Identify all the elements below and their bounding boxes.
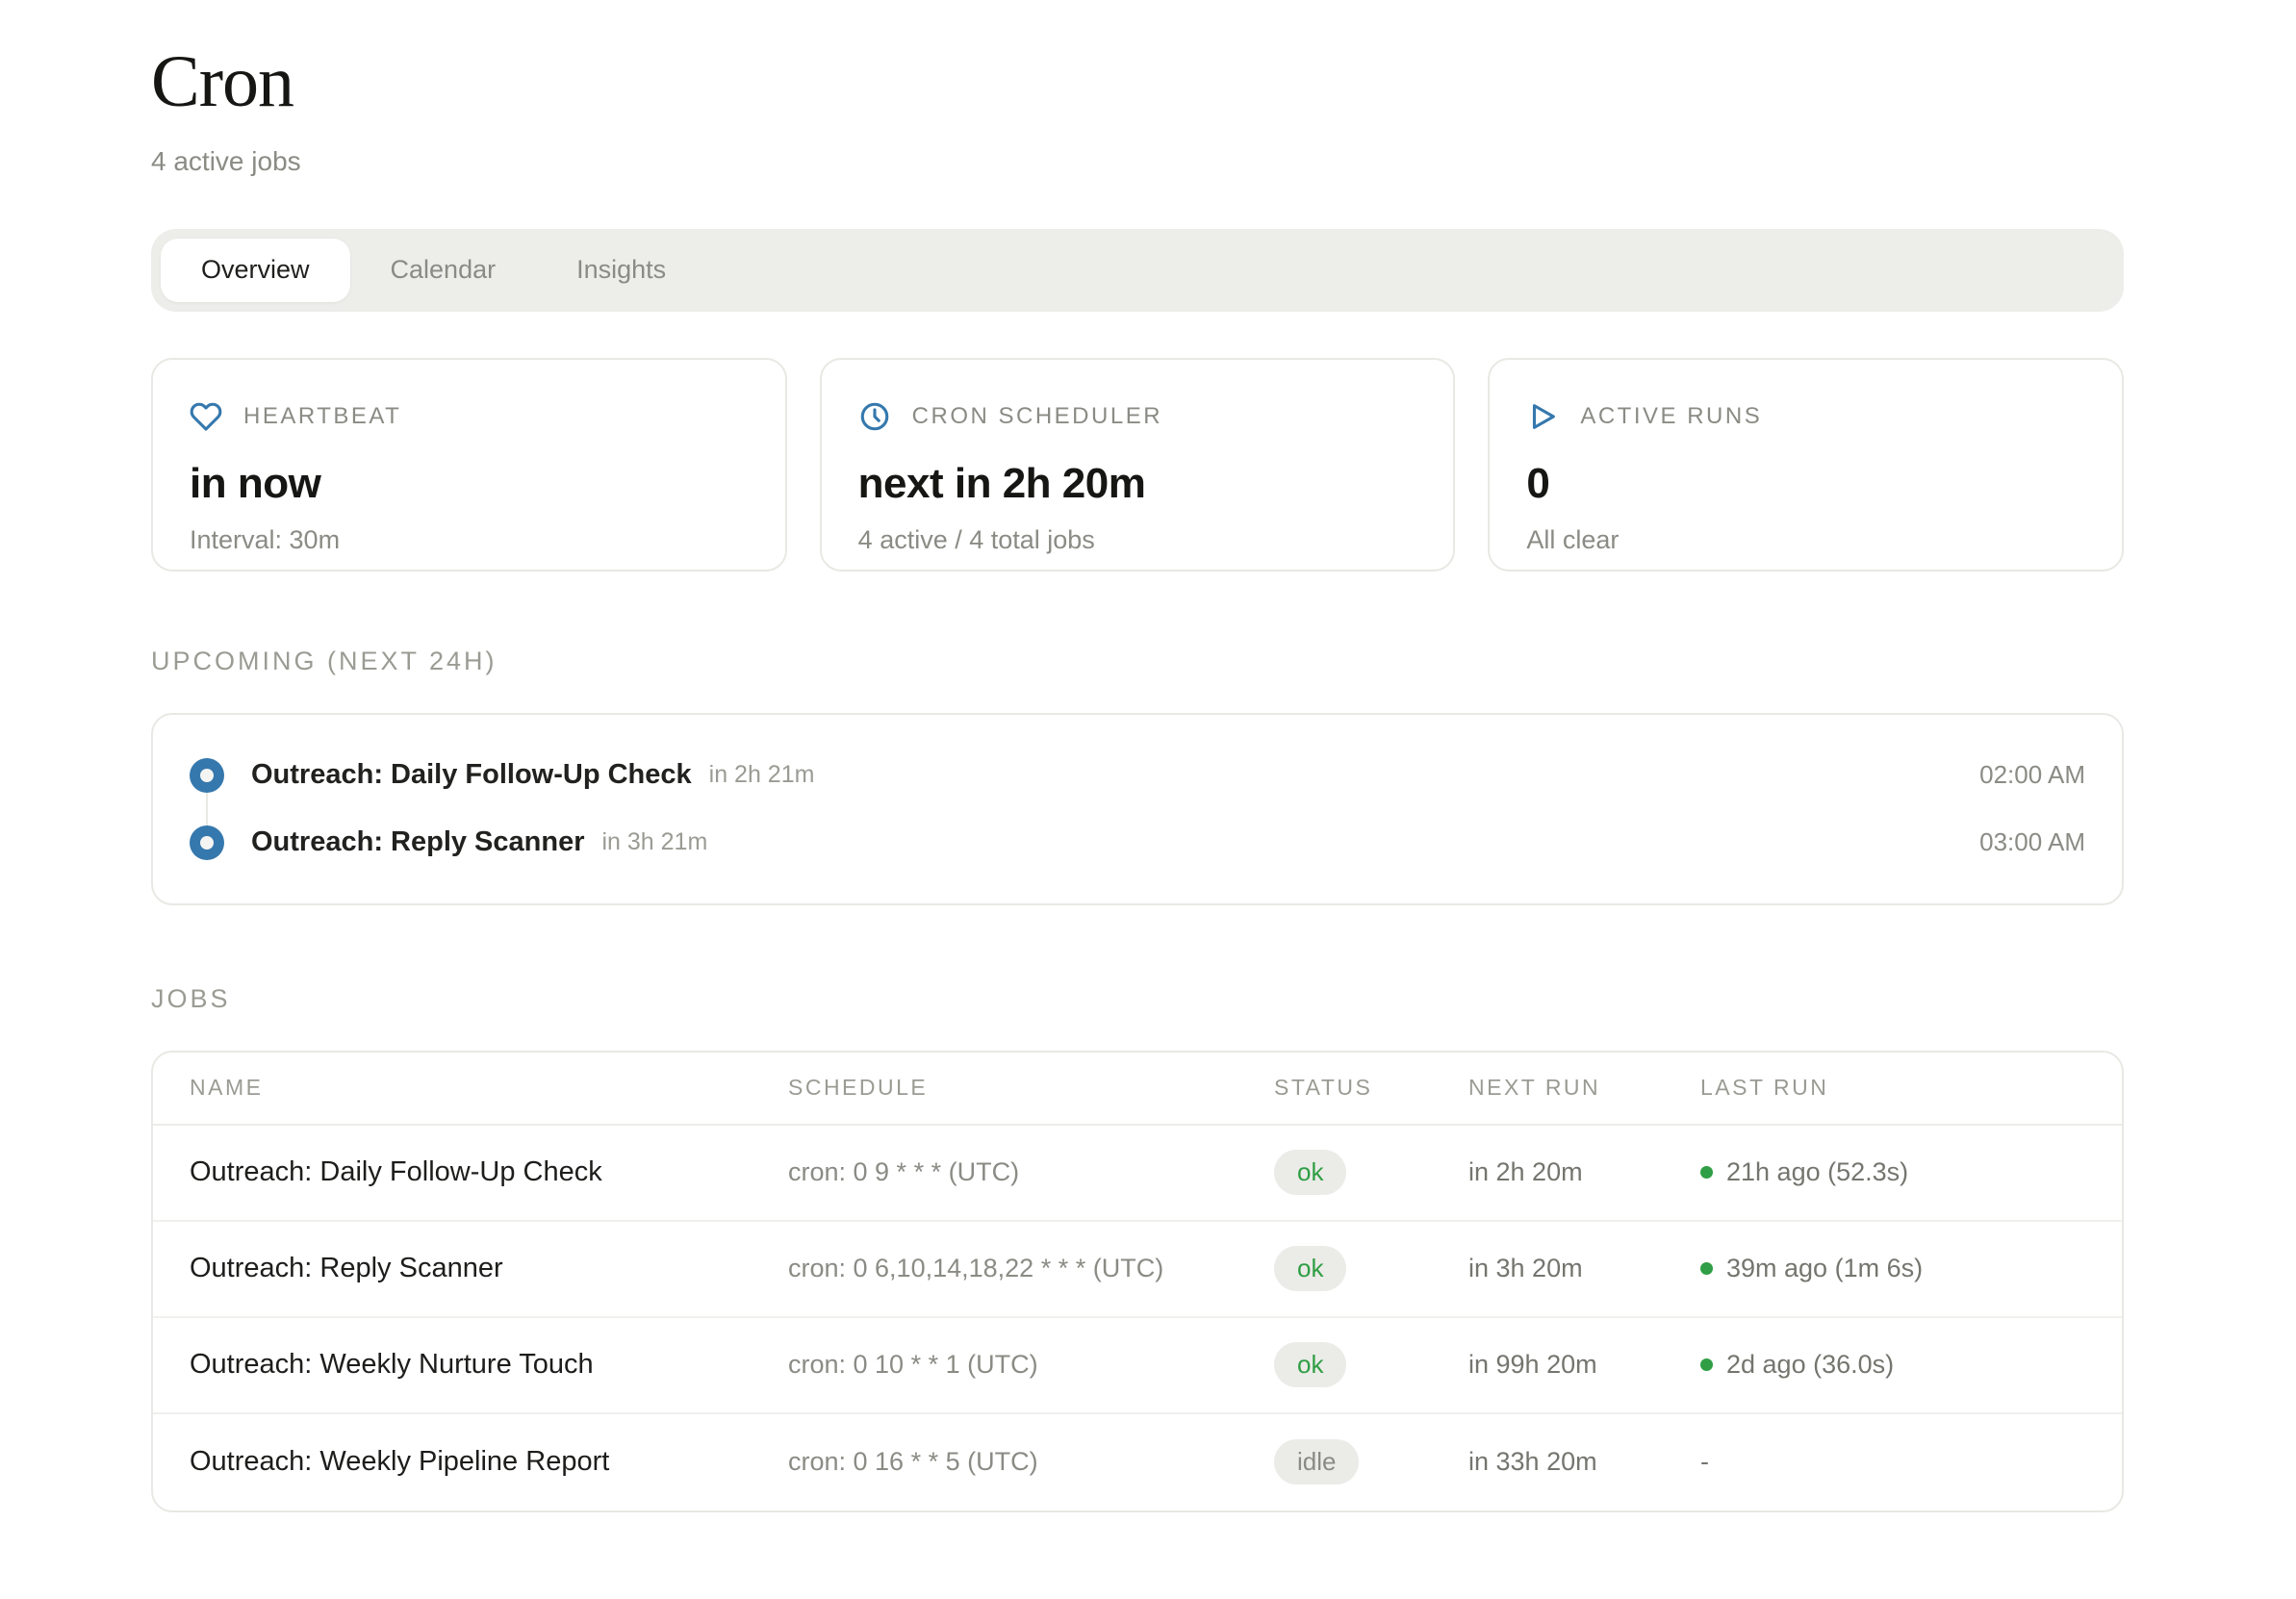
jobs-table-header: NAME SCHEDULE STATUS NEXT RUN LAST RUN [153,1053,2122,1126]
active-runs-label: ACTIVE RUNS [1580,403,1762,430]
job-last-run: - [1700,1447,2085,1477]
job-name: Outreach: Reply Scanner [190,1253,788,1284]
cron-scheduler-card: CRON SCHEDULER next in 2h 20m 4 active /… [820,358,1456,571]
job-schedule: cron: 0 9 * * * (UTC) [788,1157,1274,1187]
heartbeat-value: in now [190,460,749,508]
upcoming-list-card: Outreach: Daily Follow-Up Check in 2h 21… [151,713,2124,905]
column-header-last-run: LAST RUN [1700,1075,2085,1101]
success-dot-icon [1700,1166,1713,1179]
upcoming-item-title: Outreach: Daily Follow-Up Check [251,759,692,791]
page-container: Cron 4 active jobs Overview Calendar Ins… [151,0,2124,1512]
job-last-run-text: - [1700,1447,1709,1477]
tab-calendar-label: Calendar [391,255,497,285]
heartbeat-label: HEARTBEAT [243,403,401,430]
job-last-run: 39m ago (1m 6s) [1700,1254,2085,1283]
job-last-run-text: 2d ago (36.0s) [1726,1350,1894,1380]
status-badge: ok [1274,1150,1346,1195]
job-last-run: 2d ago (36.0s) [1700,1350,2085,1380]
cron-scheduler-jobs-count: 4 active / 4 total jobs [858,525,1417,555]
table-row[interactable]: Outreach: Reply Scanner cron: 0 6,10,14,… [153,1222,2122,1318]
job-last-run-text: 39m ago (1m 6s) [1726,1254,1923,1283]
active-jobs-count: 4 active jobs [151,146,2124,177]
jobs-table: NAME SCHEDULE STATUS NEXT RUN LAST RUN O… [151,1051,2124,1512]
tab-insights[interactable]: Insights [536,239,706,302]
tab-overview[interactable]: Overview [161,239,350,302]
active-runs-value: 0 [1526,460,2085,508]
job-next-run: in 3h 20m [1468,1254,1700,1283]
active-runs-status: All clear [1526,525,2085,555]
column-header-next-run: NEXT RUN [1468,1075,1700,1101]
play-icon [1526,400,1559,433]
upcoming-item[interactable]: Outreach: Daily Follow-Up Check in 2h 21… [190,742,2085,809]
heartbeat-card: HEARTBEAT in now Interval: 30m [151,358,787,571]
upcoming-item-relative-time: in 2h 21m [709,761,815,789]
job-schedule: cron: 0 10 * * 1 (UTC) [788,1350,1274,1380]
heartbeat-interval: Interval: 30m [190,525,749,555]
timeline-dot-icon [190,758,224,793]
upcoming-item-title: Outreach: Reply Scanner [251,826,585,858]
tab-overview-label: Overview [201,255,310,285]
job-next-run: in 33h 20m [1468,1447,1700,1477]
column-header-status: STATUS [1274,1075,1468,1101]
column-header-schedule: SCHEDULE [788,1075,1274,1101]
upcoming-item-relative-time: in 3h 21m [602,828,708,856]
table-row[interactable]: Outreach: Daily Follow-Up Check cron: 0 … [153,1126,2122,1222]
job-name: Outreach: Daily Follow-Up Check [190,1156,788,1188]
upcoming-list: Outreach: Daily Follow-Up Check in 2h 21… [190,742,2085,876]
upcoming-item-time: 03:00 AM [1979,827,2085,857]
upcoming-item[interactable]: Outreach: Reply Scanner in 3h 21m 03:00 … [190,809,2085,876]
clock-icon [858,400,891,433]
column-header-name: NAME [190,1075,788,1101]
status-badge: ok [1274,1246,1346,1291]
upcoming-section-heading: UPCOMING (NEXT 24H) [151,647,2124,676]
job-next-run: in 2h 20m [1468,1157,1700,1187]
jobs-section-heading: JOBS [151,984,2124,1014]
active-runs-card: ACTIVE RUNS 0 All clear [1488,358,2124,571]
cron-scheduler-value: next in 2h 20m [858,460,1417,508]
job-schedule: cron: 0 16 * * 5 (UTC) [788,1447,1274,1477]
cron-scheduler-label: CRON SCHEDULER [912,403,1162,430]
job-name: Outreach: Weekly Pipeline Report [190,1446,788,1478]
tab-insights-label: Insights [576,255,666,285]
job-schedule: cron: 0 6,10,14,18,22 * * * (UTC) [788,1254,1274,1283]
success-dot-icon [1700,1358,1713,1371]
table-row[interactable]: Outreach: Weekly Nurture Touch cron: 0 1… [153,1318,2122,1414]
success-dot-icon [1700,1262,1713,1275]
job-next-run: in 99h 20m [1468,1350,1700,1380]
tab-bar: Overview Calendar Insights [151,229,2124,312]
status-badge: idle [1274,1439,1359,1485]
job-last-run-text: 21h ago (52.3s) [1726,1157,1908,1187]
job-name: Outreach: Weekly Nurture Touch [190,1349,788,1381]
job-last-run: 21h ago (52.3s) [1700,1157,2085,1187]
stat-cards: HEARTBEAT in now Interval: 30m CRON SCHE… [151,358,2124,571]
heart-icon [190,400,222,433]
table-row[interactable]: Outreach: Weekly Pipeline Report cron: 0… [153,1414,2122,1510]
tab-calendar[interactable]: Calendar [350,239,537,302]
page-title: Cron [151,44,2124,121]
upcoming-item-time: 02:00 AM [1979,760,2085,790]
status-badge: ok [1274,1342,1346,1387]
timeline-dot-icon [190,825,224,860]
